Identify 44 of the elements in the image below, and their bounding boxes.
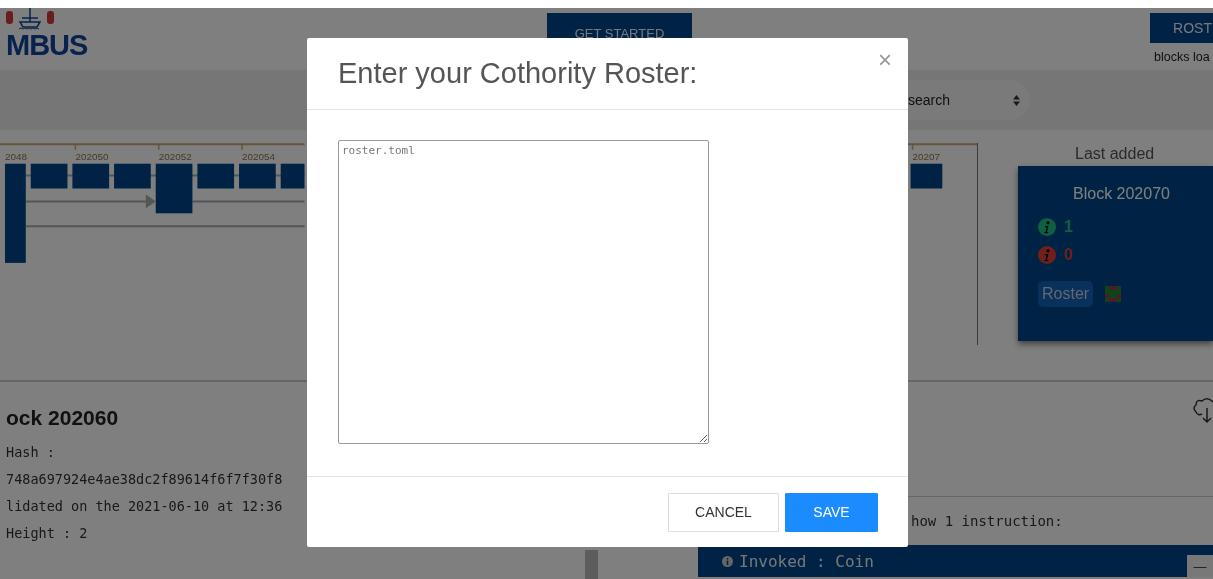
tick-label: 2048 — [4, 150, 27, 162]
block-marker[interactable] — [114, 163, 151, 189]
detail-line: Height : 2 — [6, 524, 88, 543]
block-marker[interactable] — [280, 163, 305, 189]
block-marker[interactable] — [239, 163, 276, 189]
tick-label: 202052 — [158, 150, 192, 162]
save-button[interactable]: SAVE — [785, 492, 878, 532]
section-heading: Last added — [1075, 145, 1155, 163]
detail-line: 748a697924e4ae38dc2f89614f6f7f30f8 — [6, 470, 283, 489]
logo-text: MBUS — [6, 30, 88, 60]
instruction-summary: how 1 instruction: — [911, 513, 1063, 529]
block-marker[interactable] — [4, 163, 26, 263]
instruction-title: Invoked : Coin — [739, 551, 874, 571]
info-icon — [722, 555, 733, 567]
dialog-title: Enter your Cothority Roster: — [338, 57, 698, 90]
block-marker[interactable] — [910, 163, 943, 189]
block-heading: ock 202060 — [6, 406, 119, 430]
boat-logo-icon — [6, 8, 56, 30]
sort-arrows-icon — [1013, 94, 1020, 106]
tick-label: 202054 — [242, 150, 276, 162]
block-card[interactable]: Block 202070 1 0 Roster — [1018, 166, 1213, 341]
info-icon — [1038, 246, 1056, 264]
block-marker[interactable] — [155, 163, 193, 214]
roster-input-field[interactable]: roster.toml — [338, 140, 709, 444]
tick-label: 20207 — [912, 150, 941, 162]
tick-label: 202050 — [75, 150, 109, 162]
block-marker[interactable] — [197, 163, 235, 189]
roster-button[interactable]: ROST — [1150, 13, 1213, 43]
block-marker[interactable] — [72, 163, 110, 189]
status-text: blocks loa — [1153, 50, 1210, 64]
roster-button[interactable]: Roster — [1038, 281, 1094, 307]
valid-count: 1 — [1064, 218, 1073, 236]
info-icon — [1038, 218, 1056, 236]
detail-line: Hash : — [6, 443, 55, 462]
block-marker[interactable] — [30, 163, 68, 189]
scrollbar[interactable] — [585, 550, 598, 579]
cancel-button[interactable]: CANCEL — [668, 492, 779, 532]
block-title: Block 202070 — [1073, 185, 1170, 203]
close-button[interactable]: × — [874, 48, 896, 72]
invalid-count: 0 — [1064, 246, 1073, 264]
identicon-icon — [1105, 286, 1122, 302]
collapse-button[interactable]: — — [1187, 555, 1213, 577]
detail-line: lidated on the 2021-06-10 at 12:36 — [6, 497, 283, 516]
instruction-bar[interactable]: Invoked : Coin — — [698, 545, 1213, 577]
